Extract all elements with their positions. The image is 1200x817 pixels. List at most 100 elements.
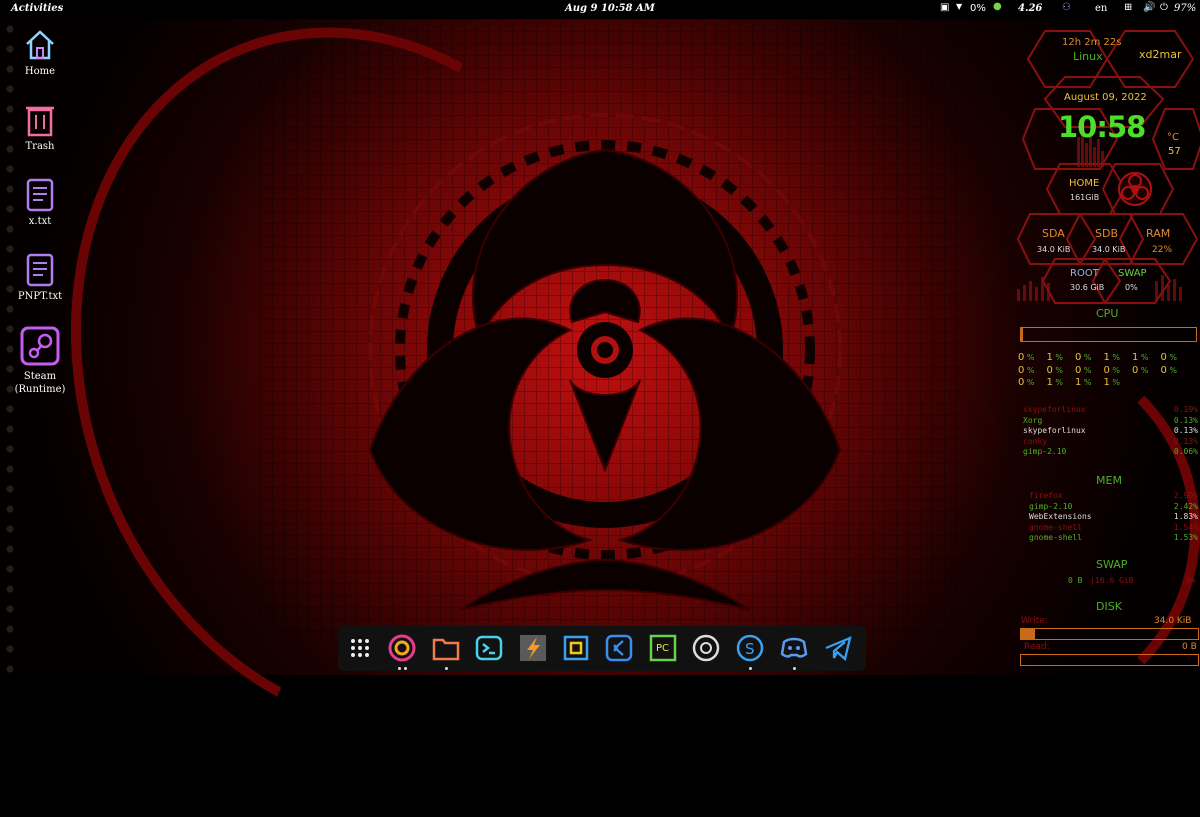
conky-process-value: 0.13% [1173,426,1198,436]
desktop-icon-steam[interactable]: Steam (Runtime) [0,326,80,396]
conky-process-value: 0.13% [1173,415,1198,425]
cpu-percent: 0% [970,3,986,14]
svg-text:S: S [745,640,755,658]
conky-process-name: gnome-shell [1029,522,1082,532]
conky-root-value: 30.6 GiB [1070,283,1105,292]
conky-swap-title: SWAP [1096,558,1128,571]
conky-user: xd2mar [1139,48,1182,61]
conky-uptime: 12h 2m 22s [1062,37,1122,48]
conky-date: August 09, 2022 [1064,92,1147,103]
conky-read-label: Read: [1024,642,1050,652]
top-bar: Activities Aug 9 10:58 AM ▣ ▼ 0% ● 4.26 … [0,0,1200,19]
conky-process-value: 0.13% [1173,436,1198,446]
conky-cpu-core-value: 0 % [1018,352,1035,363]
system-monitor-icon[interactable]: ▣ [940,2,949,13]
text-file-icon [26,178,54,212]
conky-sda-label: SDA [1042,227,1065,240]
skype-icon[interactable]: S [735,633,765,663]
desktop-icon-label: Steam (Runtime) [14,371,66,395]
desktop-icon-label: PNPT.txt [17,291,63,302]
steam-icon [20,326,60,366]
running-indicator [749,667,752,670]
conky-cpu-core-value: 0 % [1160,352,1178,363]
conky-process-value: 0.06% [1173,447,1198,457]
leaf-icon[interactable]: ● [993,1,1002,12]
terminal-icon[interactable] [474,633,504,663]
firefox-icon[interactable] [387,633,417,663]
dock: PC S [338,626,866,671]
conky-mem-title: MEM [1096,474,1122,487]
conky-write-bar [1020,628,1199,640]
conky-write-value: 34.0 KiB [1154,616,1192,626]
desktop-icon-pnpt-txt[interactable]: PNPT.txt [0,253,80,302]
conky-process-name: gimp-2.10 [1023,447,1067,457]
svg-text:PC: PC [656,643,669,654]
desktop-icon-label: x.txt [28,216,52,227]
telegram-icon[interactable] [823,633,853,663]
conky-hex-frame [1016,30,1200,304]
volume-icon[interactable]: 🔊 [1143,2,1155,13]
conky-cpu-bar-fill [1021,328,1023,341]
conky-process-name: gimp-2.10 [1029,501,1073,511]
desktop-icon-trash[interactable]: Trash [0,103,80,152]
conky-cpu-core-value: 0 % [1075,352,1092,363]
conky-sdb-value: 34.0 KiB [1092,245,1126,254]
running-indicator [404,667,407,670]
conky-cpu-bar [1020,327,1197,342]
screenshot-tool-icon[interactable] [561,633,591,663]
show-apps-icon[interactable] [345,633,375,663]
conky-sdb-label: SDB [1095,227,1118,240]
desktop-icon-home[interactable]: Home [0,28,80,77]
conky-time: 10:58 [1058,110,1146,144]
conky-swap-total: 16.6 GiB [1095,576,1134,585]
conky-cpu-core-value: 0 % [1018,364,1035,376]
conky-biohazard-emblem [1118,172,1152,206]
conky-read-bar [1020,654,1199,666]
activities-button[interactable]: Activities [11,3,63,14]
running-indicator [445,667,448,670]
conky-disk-title: DISK [1096,600,1122,613]
conky-read-value: 0 B [1182,642,1197,652]
running-indicator [398,667,401,670]
conky-cpu-core-value: 1 % [1132,352,1149,363]
net-speed: 4.26 [1018,3,1043,14]
running-indicator [793,667,796,670]
conky-sda-value: 34.0 KiB [1037,245,1071,254]
conky-swap-used: 0 B [1068,576,1083,585]
trash-icon [26,106,54,137]
conky-process-value: 2.42% [1173,501,1198,511]
conky-ram-value: 22% [1152,245,1173,255]
vscode-icon[interactable] [604,633,634,663]
network-icon[interactable]: ⊞ [1124,2,1132,13]
power-icon[interactable]: ⏻ [1160,2,1168,13]
conky-process-name: skypeforlinux [1023,426,1086,436]
conky-temp-unit: °C [1167,132,1179,143]
conky-swap-label: SWAP [1118,268,1147,279]
files-icon[interactable] [431,633,461,663]
conky-process-value: 1.54% [1173,522,1198,532]
conky-process-value: 1.83% [1173,512,1198,522]
keyboard-language[interactable]: en [1095,3,1107,14]
conky-home-value: 161GiB [1070,193,1100,202]
conky-temp: 57 [1168,146,1181,157]
conky-cpu-core-value: 1 % [1103,352,1121,363]
extension-icon[interactable]: ⚇ [1062,2,1071,13]
discord-icon[interactable] [779,633,809,663]
desktop-icon-label: Trash [25,141,55,152]
obs-studio-icon[interactable] [691,633,721,663]
conky-swap-pct: 0% [1186,576,1196,585]
conky-process-name: WebExtensions [1029,512,1092,522]
desktop-icon-x-txt[interactable]: x.txt [0,178,80,227]
conky-process-name: skypeforlinux [1023,405,1086,414]
conky-process-name: gnome-shell [1029,533,1082,543]
home-folder-icon [26,30,54,60]
conky-cpu-title: CPU [1096,307,1119,320]
conky-root-label: ROOT [1070,268,1099,279]
clock[interactable]: Aug 9 10:58 AM [565,3,655,14]
pycharm-icon[interactable]: PC [648,633,678,663]
sublime-text-icon[interactable] [518,633,548,663]
conky-process-name: Xorg [1023,415,1043,425]
dropdown-arrow-icon[interactable]: ▼ [956,2,962,11]
conky-swap-value: 0% [1125,283,1138,292]
conky-cpu-core-value: 0 % [1046,364,1064,376]
